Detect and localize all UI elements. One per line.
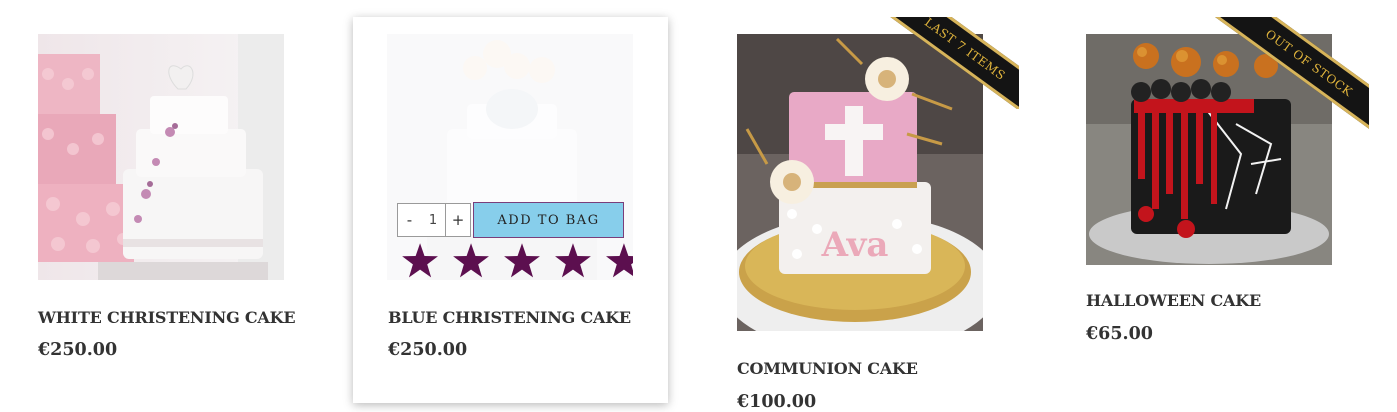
product-price: €250.00 bbox=[38, 340, 118, 360]
product-name[interactable]: WHITE CHRISTENING CAKE bbox=[38, 308, 296, 327]
star-icon bbox=[453, 243, 489, 278]
star-icon bbox=[606, 243, 633, 278]
product-price: €250.00 bbox=[388, 340, 468, 360]
stock-ribbon: LAST 7 ITEMS bbox=[877, 17, 1019, 109]
product-card-white-christening[interactable]: WHITE CHRISTENING CAKE €250.00 bbox=[38, 34, 296, 374]
white-tiered-cake-image[interactable] bbox=[38, 34, 284, 280]
product-price: €100.00 bbox=[737, 392, 817, 412]
star-icon bbox=[504, 243, 540, 278]
blue-elephant-cake-image[interactable]: - + ADD TO BAG bbox=[387, 34, 633, 280]
product-name[interactable]: BLUE CHRISTENING CAKE bbox=[388, 308, 631, 327]
product-price: €65.00 bbox=[1086, 324, 1153, 344]
product-name[interactable]: COMMUNION CAKE bbox=[737, 359, 918, 378]
star-icon bbox=[402, 243, 438, 278]
add-to-bag-button[interactable]: ADD TO BAG bbox=[473, 202, 624, 238]
stock-ribbon: OUT OF STOCK bbox=[1207, 17, 1369, 132]
cake-lettering: Ava bbox=[821, 225, 889, 265]
product-name[interactable]: HALLOWEEN CAKE bbox=[1086, 291, 1261, 310]
quantity-input[interactable] bbox=[421, 203, 445, 237]
star-icon bbox=[555, 243, 591, 278]
product-card-blue-christening[interactable]: - + ADD TO BAG BLUE CHRISTENING CAKE €25… bbox=[353, 17, 668, 403]
cake-photo bbox=[38, 34, 284, 280]
out-of-stock-badge: OUT OF STOCK bbox=[1209, 17, 1369, 132]
quantity-decrease-button[interactable]: - bbox=[397, 203, 422, 237]
quantity-increase-button[interactable]: + bbox=[445, 203, 471, 237]
last-items-badge: LAST 7 ITEMS bbox=[877, 17, 1019, 109]
